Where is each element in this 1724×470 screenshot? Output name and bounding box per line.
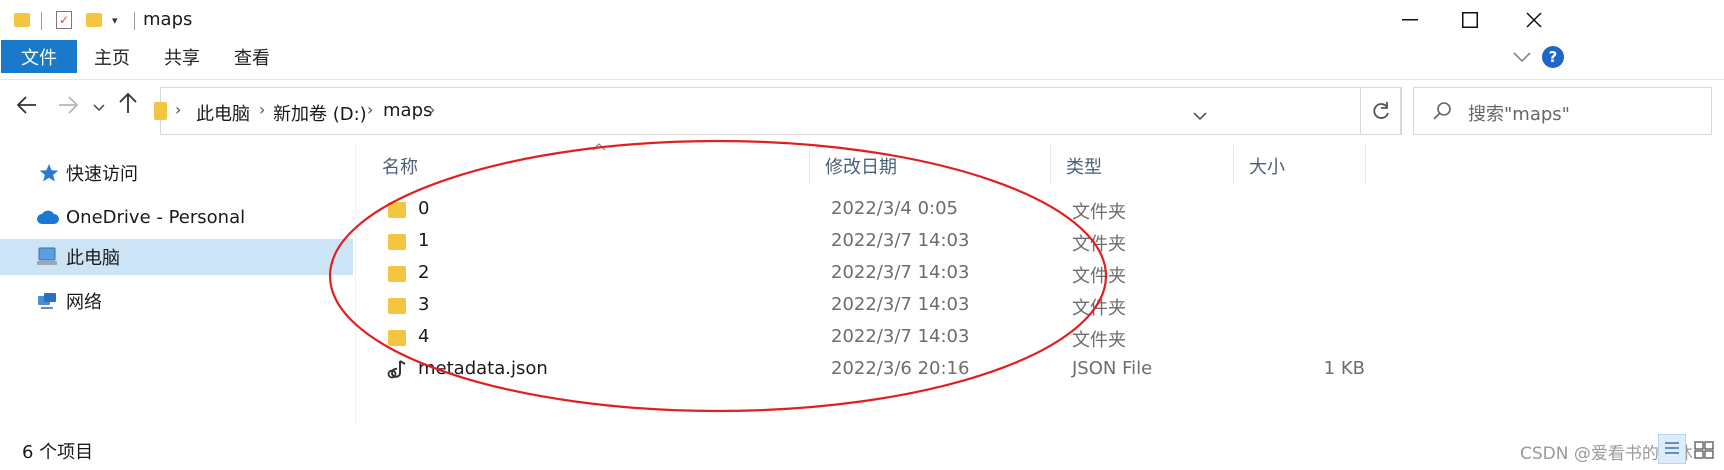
minimize-icon bbox=[1402, 19, 1418, 21]
status-item-count: 6 个项目 bbox=[22, 442, 94, 463]
breadcrumb-drive-d[interactable]: 新加卷 (D:) bbox=[273, 100, 367, 126]
large-icons-view-button[interactable] bbox=[1690, 436, 1718, 464]
forward-arrow-icon bbox=[59, 96, 79, 114]
sidebar-item-label: OneDrive - Personal bbox=[66, 206, 246, 228]
expand-ribbon-chevron-icon[interactable] bbox=[1513, 48, 1531, 67]
folder-icon bbox=[154, 102, 167, 120]
tab-share[interactable]: 共享 bbox=[152, 40, 212, 73]
window-title: maps bbox=[143, 9, 193, 30]
breadcrumb-chevron-icon[interactable]: › bbox=[429, 100, 435, 119]
back-button[interactable] bbox=[16, 94, 38, 122]
maximize-button[interactable] bbox=[1440, 0, 1500, 40]
refresh-button[interactable] bbox=[1360, 87, 1402, 135]
search-box[interactable]: 搜索"maps" bbox=[1413, 87, 1712, 135]
sidebar-item-network[interactable]: 网络 bbox=[0, 283, 353, 319]
forward-button[interactable] bbox=[57, 94, 79, 122]
search-input[interactable]: 搜索"maps" bbox=[1468, 100, 1570, 126]
tab-view[interactable]: 查看 bbox=[222, 40, 282, 73]
search-icon bbox=[1433, 102, 1451, 120]
network-icon bbox=[38, 293, 56, 309]
recent-locations-button[interactable] bbox=[93, 98, 105, 117]
sidebar-item-label: 此电脑 bbox=[66, 248, 120, 269]
annotation-ellipse bbox=[328, 139, 1108, 413]
sidebar-item-label: 快速访问 bbox=[66, 164, 138, 185]
ribbon-tabs: 文件 主页 共享 查看 ? bbox=[0, 40, 1724, 80]
column-divider[interactable] bbox=[1365, 145, 1366, 185]
cloud-icon bbox=[37, 210, 59, 224]
quick-access-separator bbox=[41, 12, 42, 30]
file-size: 1 KB bbox=[1323, 358, 1365, 379]
back-arrow-icon bbox=[16, 96, 36, 114]
minimize-button[interactable] bbox=[1380, 0, 1440, 40]
chevron-down-icon bbox=[1193, 112, 1207, 121]
navigation-pane: 快速访问 OneDrive - Personal 此电脑 网络 bbox=[0, 144, 355, 424]
properties-icon[interactable]: ✓ bbox=[56, 11, 72, 29]
sidebar-item-this-pc[interactable]: 此电脑 bbox=[0, 239, 353, 275]
refresh-icon bbox=[1373, 102, 1389, 119]
computer-icon bbox=[37, 247, 57, 265]
close-icon bbox=[1526, 12, 1542, 28]
customize-arrow-icon[interactable]: ▾ bbox=[112, 14, 118, 27]
breadcrumb-chevron-icon[interactable]: › bbox=[259, 100, 265, 119]
details-view-button[interactable] bbox=[1658, 434, 1686, 464]
sidebar-item-quick-access[interactable]: 快速访问 bbox=[0, 155, 353, 191]
folder-icon bbox=[14, 13, 30, 27]
maximize-icon bbox=[1462, 12, 1478, 28]
title-bar: ✓ ▾ maps bbox=[0, 0, 1724, 40]
up-arrow-icon bbox=[119, 92, 137, 113]
new-folder-icon[interactable] bbox=[86, 13, 102, 27]
breadcrumb-chevron-icon[interactable]: › bbox=[367, 100, 373, 119]
sidebar-item-label: 网络 bbox=[66, 292, 102, 313]
help-icon[interactable]: ? bbox=[1542, 46, 1564, 68]
sidebar-item-onedrive[interactable]: OneDrive - Personal bbox=[0, 199, 353, 235]
address-history-button[interactable] bbox=[1193, 106, 1207, 125]
tab-home[interactable]: 主页 bbox=[82, 40, 142, 73]
column-divider[interactable] bbox=[1233, 145, 1234, 185]
chevron-down-icon bbox=[93, 104, 105, 112]
column-header-size[interactable]: 大小 bbox=[1249, 153, 1285, 179]
title-separator bbox=[134, 12, 135, 30]
tab-file[interactable]: 文件 bbox=[1, 40, 77, 73]
large-icons-view-icon bbox=[1694, 441, 1714, 459]
breadcrumb-this-pc[interactable]: 此电脑 bbox=[196, 100, 250, 126]
details-view-icon bbox=[1665, 442, 1679, 454]
up-button[interactable] bbox=[118, 92, 138, 118]
breadcrumb-maps[interactable]: maps bbox=[383, 100, 432, 121]
star-icon bbox=[39, 164, 59, 182]
breadcrumb-chevron-icon[interactable]: › bbox=[175, 100, 181, 119]
close-button[interactable] bbox=[1504, 0, 1564, 40]
